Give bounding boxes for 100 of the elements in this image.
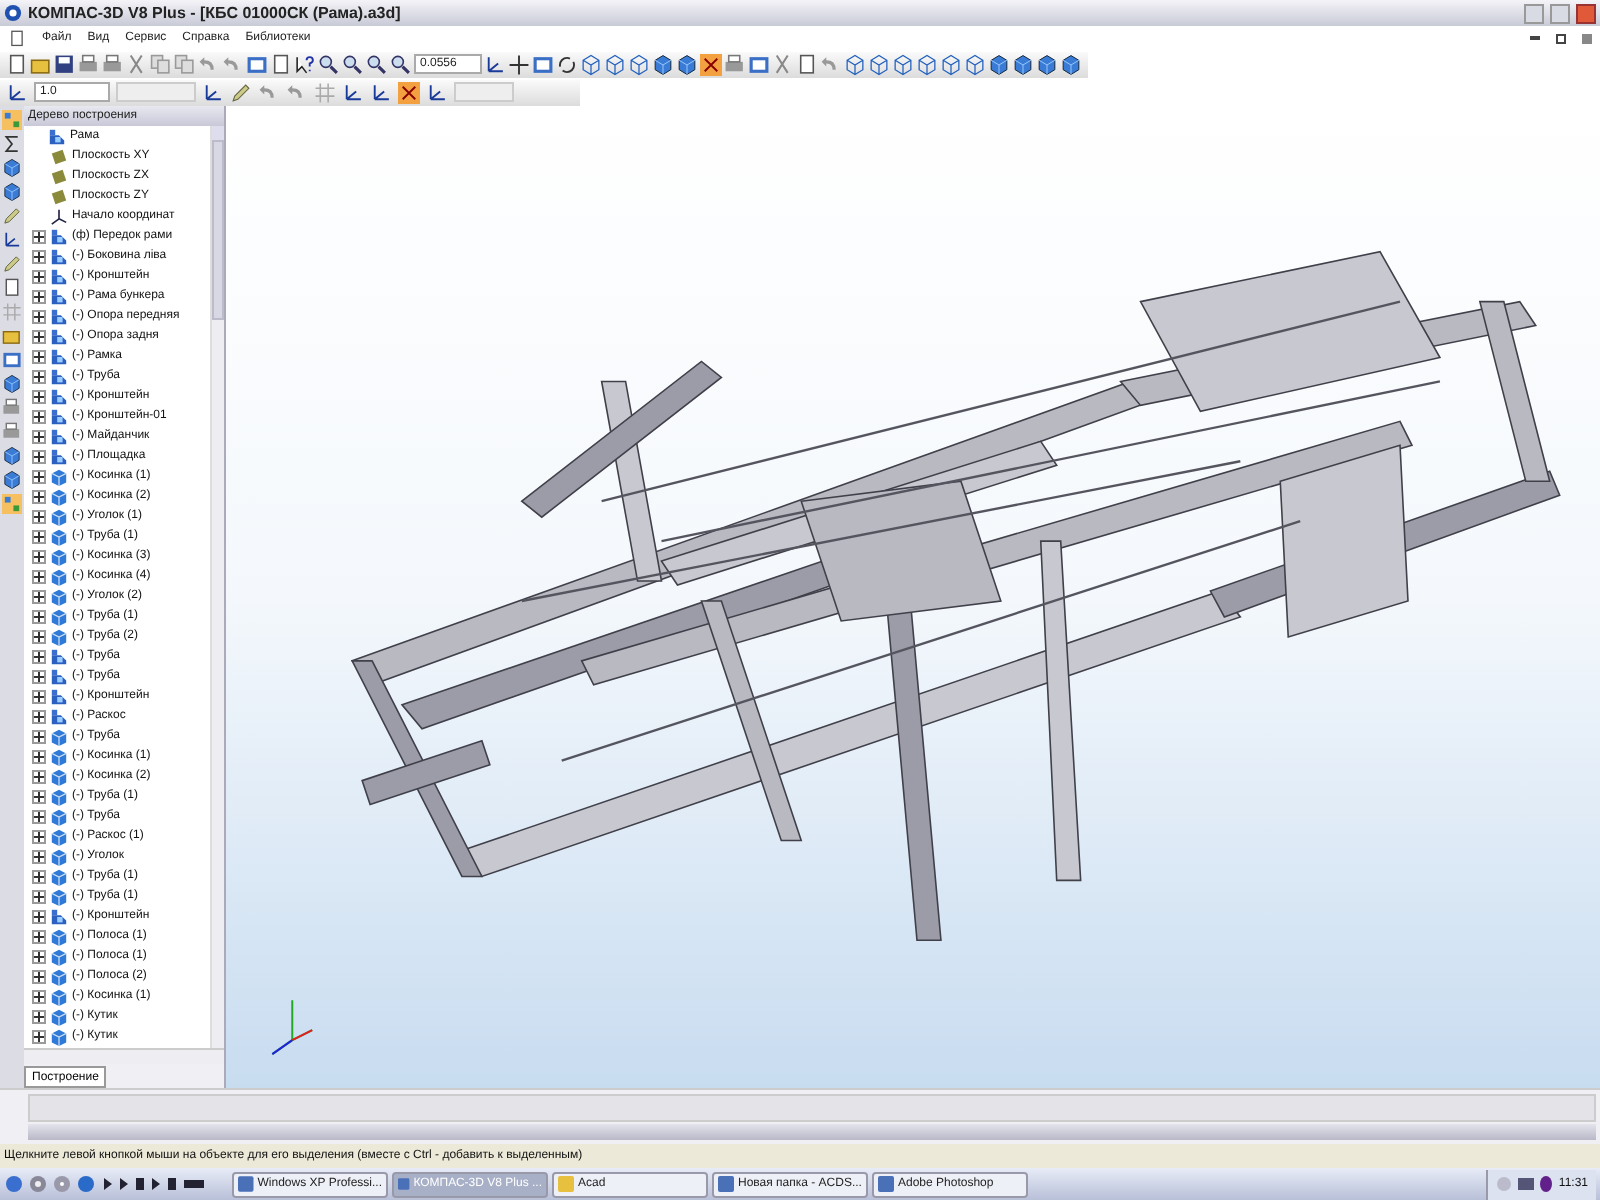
expand-toggle[interactable] <box>32 809 46 823</box>
doc-restore-button[interactable] <box>1556 33 1566 43</box>
expand-toggle[interactable] <box>32 829 46 843</box>
cube-icon[interactable] <box>2 446 22 466</box>
expand-toggle[interactable] <box>32 589 46 603</box>
printer-icon[interactable] <box>2 422 22 442</box>
printer-icon[interactable] <box>102 53 124 75</box>
expand-toggle[interactable] <box>32 689 46 703</box>
pencil-icon[interactable] <box>2 206 22 226</box>
new-document-icon[interactable] <box>2 278 22 298</box>
axes-icon[interactable] <box>370 81 392 103</box>
expand-toggle[interactable] <box>32 429 46 443</box>
expand-toggle[interactable] <box>32 729 46 743</box>
wireframe-cube-icon[interactable] <box>964 53 986 75</box>
magnifier-icon[interactable] <box>366 53 388 75</box>
pencil-icon[interactable] <box>2 254 22 274</box>
cube-icon[interactable] <box>1060 53 1082 75</box>
expand-toggle[interactable] <box>32 529 46 543</box>
expand-toggle[interactable] <box>32 669 46 683</box>
axes-icon[interactable] <box>426 81 448 103</box>
wireframe-cube-icon[interactable] <box>628 53 650 75</box>
doc-close-button[interactable] <box>1582 33 1592 43</box>
magnifier-icon[interactable] <box>318 53 340 75</box>
expand-toggle[interactable] <box>32 349 46 363</box>
expand-toggle[interactable] <box>32 849 46 863</box>
axes-icon[interactable] <box>202 81 224 103</box>
input-field[interactable] <box>454 82 514 102</box>
axes-icon[interactable] <box>6 81 28 103</box>
wireframe-cube-icon[interactable] <box>940 53 962 75</box>
expand-toggle[interactable] <box>32 309 46 323</box>
cube-icon[interactable] <box>2 470 22 490</box>
expand-toggle[interactable] <box>32 869 46 883</box>
copy-icon[interactable] <box>150 53 172 75</box>
cube-icon[interactable] <box>988 53 1010 75</box>
expand-toggle[interactable] <box>32 649 46 663</box>
expand-toggle[interactable] <box>32 569 46 583</box>
quick-launch-icon[interactable] <box>4 1174 24 1194</box>
expand-toggle[interactable] <box>32 469 46 483</box>
cube-icon[interactable] <box>1036 53 1058 75</box>
expand-toggle[interactable] <box>32 949 46 963</box>
close-button[interactable] <box>1576 3 1596 23</box>
expand-toggle[interactable] <box>32 409 46 423</box>
expand-toggle[interactable] <box>32 249 46 263</box>
expand-toggle[interactable] <box>32 229 46 243</box>
expand-toggle[interactable] <box>32 929 46 943</box>
wireframe-cube-icon[interactable] <box>868 53 890 75</box>
expand-toggle[interactable] <box>32 909 46 923</box>
cube-icon[interactable] <box>676 53 698 75</box>
expand-toggle[interactable] <box>32 289 46 303</box>
expand-toggle[interactable] <box>32 509 46 523</box>
rotate-icon[interactable] <box>556 53 578 75</box>
new-document-icon[interactable] <box>270 53 292 75</box>
expand-toggle[interactable] <box>32 989 46 1003</box>
expand-toggle[interactable] <box>32 1009 46 1023</box>
move-cross-icon[interactable] <box>508 53 530 75</box>
cube-icon[interactable] <box>2 374 22 394</box>
wireframe-cube-icon[interactable] <box>892 53 914 75</box>
expand-toggle[interactable] <box>32 969 46 983</box>
new-document-icon[interactable] <box>796 53 818 75</box>
expand-toggle[interactable] <box>32 789 46 803</box>
expand-toggle[interactable] <box>32 769 46 783</box>
expand-toggle[interactable] <box>32 1029 46 1043</box>
expand-toggle[interactable] <box>32 709 46 723</box>
printer-icon[interactable] <box>2 398 22 418</box>
axes-icon[interactable] <box>484 53 506 75</box>
scissors-icon[interactable] <box>126 53 148 75</box>
horizontal-scrollbar[interactable] <box>24 1048 224 1064</box>
magnifier-icon[interactable] <box>342 53 364 75</box>
expand-toggle[interactable] <box>32 749 46 763</box>
new-document-icon[interactable] <box>6 53 28 75</box>
expand-toggle[interactable] <box>32 629 46 643</box>
folder-icon[interactable] <box>2 326 22 346</box>
expand-toggle[interactable] <box>32 269 46 283</box>
axes-icon[interactable] <box>342 81 364 103</box>
cube-icon[interactable] <box>652 53 674 75</box>
network-icon[interactable] <box>1518 1176 1535 1192</box>
tray-app-icon[interactable] <box>1540 1176 1553 1192</box>
printer-icon[interactable] <box>78 53 100 75</box>
expand-toggle[interactable] <box>32 489 46 503</box>
cube-icon[interactable] <box>2 158 22 178</box>
scrollbar-thumb[interactable] <box>212 140 224 320</box>
wireframe-cube-icon[interactable] <box>604 53 626 75</box>
expand-toggle[interactable] <box>32 329 46 343</box>
magnifier-icon[interactable] <box>390 53 412 75</box>
expand-toggle[interactable] <box>32 449 46 463</box>
expand-toggle[interactable] <box>32 389 46 403</box>
cube-icon[interactable] <box>1012 53 1034 75</box>
wireframe-cube-icon[interactable] <box>844 53 866 75</box>
cube-icon[interactable] <box>2 182 22 202</box>
axes-icon[interactable] <box>2 230 22 250</box>
dropdown-field[interactable] <box>116 82 196 102</box>
expand-toggle[interactable] <box>32 369 46 383</box>
expand-toggle[interactable] <box>32 609 46 623</box>
wireframe-cube-icon[interactable] <box>916 53 938 75</box>
vertical-scrollbar[interactable] <box>210 126 224 1048</box>
scissors-icon[interactable] <box>772 53 794 75</box>
printer-icon[interactable] <box>724 53 746 75</box>
wireframe-cube-icon[interactable] <box>580 53 602 75</box>
expand-toggle[interactable] <box>32 889 46 903</box>
sigma-icon[interactable] <box>2 134 22 154</box>
